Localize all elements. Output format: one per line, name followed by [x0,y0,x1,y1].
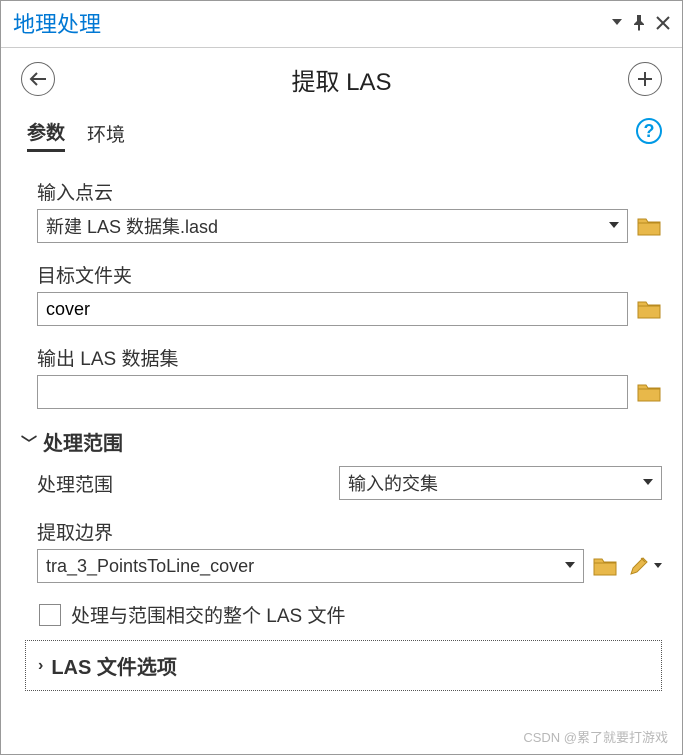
boundary-combo[interactable]: tra_3_PointsToLine_cover [37,549,584,583]
boundary-label: 提取边界 [37,518,662,545]
chevron-down-icon[interactable] [635,467,661,499]
edit-button[interactable] [626,555,662,577]
pin-icon[interactable] [632,15,646,31]
pane-title: 地理处理 [13,7,101,39]
process-whole-file-checkbox[interactable] [39,604,61,626]
chevron-down-icon [654,563,662,569]
input-pointcloud-value: 新建 LAS 数据集.lasd [38,210,601,242]
extent-value: 输入的交集 [340,467,635,499]
dropdown-icon[interactable] [612,19,622,27]
output-las-label: 输出 LAS 数据集 [37,344,662,371]
tab-environment[interactable]: 环境 [87,120,125,151]
chevron-down-icon: ﹀ [21,430,37,454]
chevron-down-icon[interactable] [601,210,627,242]
section-extent-header[interactable]: ﹀ 处理范围 [21,427,662,456]
section-las-options[interactable]: › LAS 文件选项 [25,640,662,691]
target-folder-input[interactable] [37,292,628,326]
form: 输入点云 新建 LAS 数据集.lasd 目标文件夹 输出 LAS 数据集 ﹀ … [1,160,682,628]
section-extent-title: 处理范围 [43,427,123,456]
extent-combo[interactable]: 输入的交集 [339,466,662,500]
browse-folder-icon[interactable] [636,298,662,320]
process-whole-file-label: 处理与范围相交的整个 LAS 文件 [71,601,345,628]
browse-folder-icon[interactable] [636,215,662,237]
browse-folder-icon[interactable] [592,555,618,577]
boundary-value: tra_3_PointsToLine_cover [38,550,557,582]
tool-title: 提取 LAS [291,62,391,97]
help-icon[interactable]: ? [636,118,662,144]
add-button[interactable] [628,62,662,96]
input-pointcloud-label: 输入点云 [37,178,662,205]
toolbar: 提取 LAS [1,48,682,106]
extent-label: 处理范围 [37,470,327,497]
tabs: 参数 环境 ? [1,106,682,160]
titlebar: 地理处理 [1,1,682,48]
chevron-right-icon: › [38,657,43,675]
output-las-input[interactable] [37,375,628,409]
close-icon[interactable] [656,16,670,30]
titlebar-controls [612,15,670,31]
chevron-down-icon[interactable] [557,550,583,582]
section-las-options-title: LAS 文件选项 [51,651,177,680]
back-button[interactable] [21,62,55,96]
input-pointcloud-combo[interactable]: 新建 LAS 数据集.lasd [37,209,628,243]
browse-folder-icon[interactable] [636,381,662,403]
target-folder-label: 目标文件夹 [37,261,662,288]
tab-params[interactable]: 参数 [27,118,65,152]
watermark: CSDN @累了就要打游戏 [523,727,668,746]
